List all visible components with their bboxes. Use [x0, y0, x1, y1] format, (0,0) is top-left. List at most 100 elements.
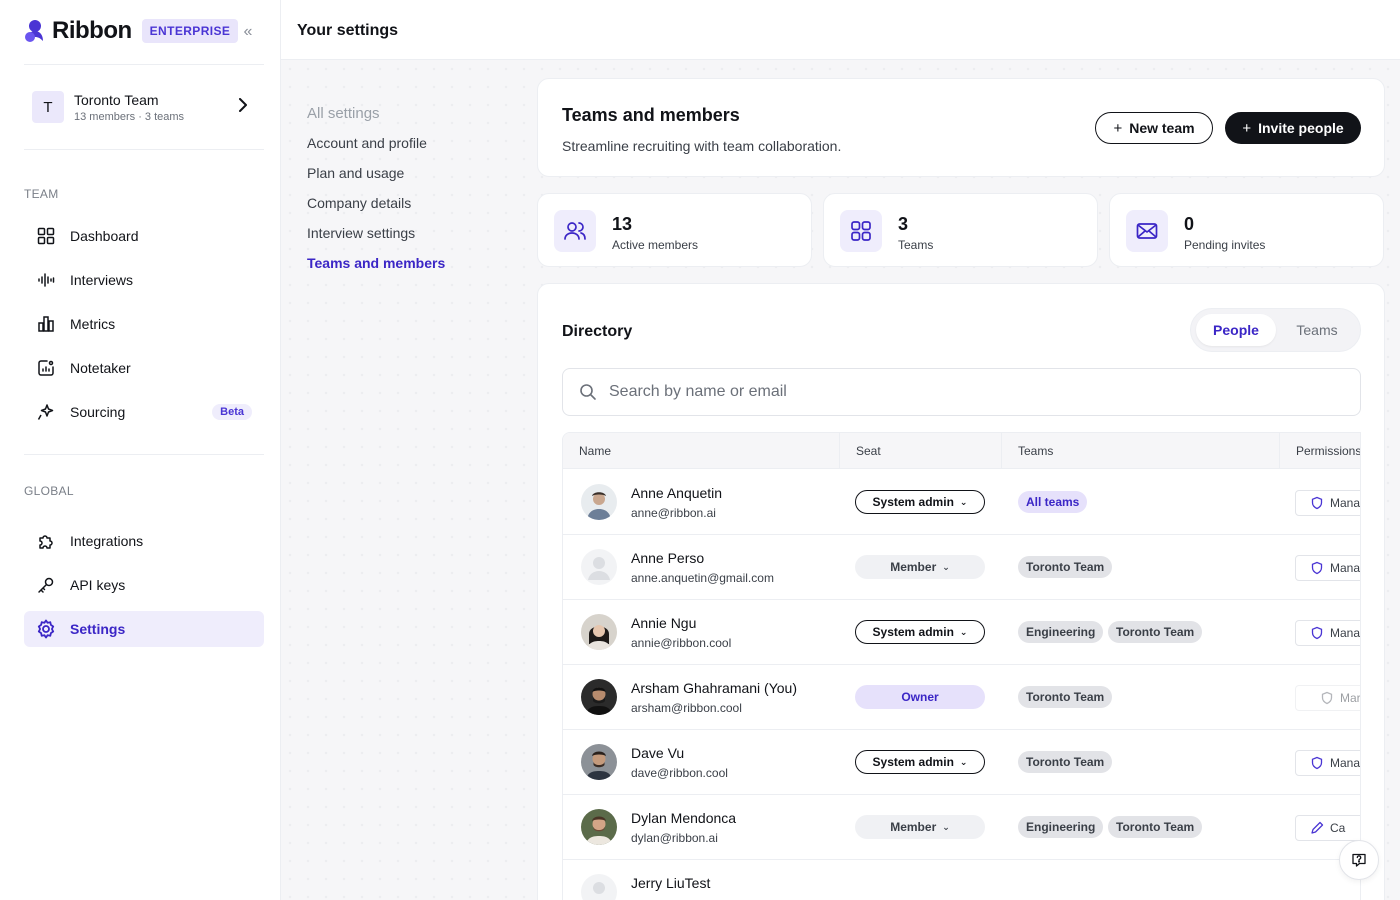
settings-link-plan[interactable]: Plan and usage: [307, 164, 517, 194]
sparkle-icon: [36, 402, 56, 422]
chevron-down-icon: ⌄: [959, 626, 968, 637]
grid-icon: [36, 226, 56, 246]
seat-label: Member: [890, 820, 937, 834]
stat-value: 0: [1184, 214, 1195, 234]
table-row[interactable]: Arsham Ghahramani (You) arsham@ribbon.co…: [563, 665, 1361, 730]
shield-icon: [1321, 691, 1333, 705]
new-team-button[interactable]: + New team: [1095, 112, 1213, 144]
sidebar-item-label: Settings: [70, 621, 126, 637]
seat-select[interactable]: System admin ⌄: [855, 750, 985, 774]
stat-value: 13: [612, 214, 633, 234]
column-header-teams[interactable]: Teams: [1002, 433, 1280, 469]
member-name: Dave Vu: [631, 745, 685, 761]
team-chip: Toronto Team: [1108, 621, 1203, 643]
tab-people[interactable]: People: [1196, 314, 1276, 346]
seat-label: System admin: [872, 625, 954, 639]
settings-link-account[interactable]: Account and profile: [307, 134, 517, 164]
member-email: anne.anquetin@gmail.com: [631, 571, 774, 585]
table-row[interactable]: Dylan Mendonca dylan@ribbon.ai Member ⌄ E…: [563, 795, 1360, 860]
settings-link-interview[interactable]: Interview settings: [307, 224, 517, 254]
directory-title: Directory: [562, 323, 633, 340]
seat-select[interactable]: System admin ⌄: [855, 490, 985, 514]
sidebar-item-dashboard[interactable]: Dashboard: [24, 218, 264, 254]
sidebar-item-label: Notetaker: [70, 360, 131, 376]
table-row[interactable]: Annie Ngu annie@ribbon.cool System admin…: [563, 600, 1361, 665]
settings-link-company[interactable]: Company details: [307, 194, 517, 224]
search-field[interactable]: [562, 368, 1361, 416]
search-input[interactable]: [609, 383, 1360, 401]
users-icon: [554, 210, 596, 252]
section-title: Teams and members: [562, 105, 740, 125]
sidebar-item-label: Interviews: [70, 272, 134, 288]
sidebar-item-integrations[interactable]: Integrations: [24, 523, 264, 559]
divider: [24, 454, 264, 455]
seat-select[interactable]: Member ⌄: [855, 555, 985, 579]
section-label-team: TEAM: [24, 187, 59, 201]
table-row[interactable]: Anne Anquetin anne@ribbon.ai System admi…: [563, 470, 1361, 535]
permissions-button[interactable]: Mana: [1295, 750, 1361, 776]
team-chip: All teams: [1018, 491, 1088, 513]
seat-badge: Owner: [855, 685, 985, 709]
member-email: dylan@ribbon.ai: [631, 831, 718, 845]
settings-link-teams[interactable]: Teams and members: [307, 254, 517, 284]
member-email: annie@ribbon.cool: [631, 636, 732, 650]
chevron-down-icon: ⌄: [942, 561, 950, 572]
avatar: [581, 744, 617, 780]
settings-nav-heading[interactable]: All settings: [307, 105, 517, 122]
permissions-button[interactable]: Mana: [1295, 555, 1361, 581]
sidebar-item-label: API keys: [70, 577, 126, 593]
seat-label: System admin: [872, 495, 954, 509]
mail-icon: [1126, 210, 1168, 252]
sidebar-item-api-keys[interactable]: API keys: [24, 567, 264, 603]
stat-card-teams: 3 Teams: [823, 193, 1098, 267]
sidebar-item-notetaker[interactable]: Notetaker: [24, 350, 264, 386]
permissions-label: Mana: [1330, 496, 1361, 510]
column-header-name[interactable]: Name: [563, 433, 840, 469]
sidebar-item-interviews[interactable]: Interviews: [24, 262, 264, 298]
chevron-down-icon: ⌄: [959, 756, 968, 767]
tab-teams[interactable]: Teams: [1279, 314, 1355, 346]
permissions-label: Mana: [1330, 756, 1361, 770]
member-email: arsham@ribbon.cool: [631, 701, 742, 715]
permissions-label: Mar: [1340, 691, 1361, 705]
member-email: dave@ribbon.cool: [631, 766, 728, 780]
top-bar: Your settings: [281, 0, 1400, 60]
sidebar-item-sourcing[interactable]: Sourcing Beta: [24, 394, 264, 430]
sidebar-item-settings[interactable]: Settings: [24, 611, 264, 647]
stat-value: 3: [898, 214, 909, 234]
brand[interactable]: Ribbon ENTERPRISE: [24, 17, 239, 45]
table-row[interactable]: Anne Perso anne.anquetin@gmail.com Membe…: [563, 535, 1361, 600]
plan-badge: ENTERPRISE: [141, 19, 239, 43]
avatar: [581, 874, 617, 900]
team-chip: Engineering: [1018, 621, 1104, 643]
member-email: anne@ribbon.ai: [631, 506, 716, 520]
column-header-permissions[interactable]: Permissions: [1280, 433, 1360, 469]
stat-card-invites: 0 Pending invites: [1109, 193, 1384, 267]
team-switcher[interactable]: T Toronto Team 13 members · 3 teams: [24, 80, 264, 134]
permissions-label: Mana: [1330, 561, 1361, 575]
team-chip: Toronto Team: [1018, 686, 1113, 708]
collapse-sidebar-icon[interactable]: «: [238, 22, 258, 42]
sidebar-item-label: Metrics: [70, 316, 116, 332]
team-meta: 13 members · 3 teams: [74, 110, 185, 123]
column-header-seat[interactable]: Seat: [840, 433, 1002, 469]
permissions-button[interactable]: Mana: [1295, 490, 1361, 516]
seat-select[interactable]: Member ⌄: [855, 815, 985, 839]
help-chat-icon[interactable]: [1339, 840, 1379, 880]
permissions-label: Mana: [1330, 626, 1361, 640]
avatar: [581, 484, 617, 520]
permissions-button[interactable]: Mana: [1295, 620, 1361, 646]
avatar: [581, 679, 617, 715]
chevron-down-icon: ⌄: [942, 821, 950, 832]
seat-select[interactable]: System admin ⌄: [855, 620, 985, 644]
member-name: Annie Ngu: [631, 615, 697, 631]
table-row[interactable]: Dave Vu dave@ribbon.cool System admin ⌄ T…: [563, 730, 1361, 795]
invite-people-button[interactable]: + Invite people: [1225, 112, 1361, 144]
permissions-button[interactable]: Ca: [1295, 815, 1360, 841]
new-team-label: New team: [1129, 120, 1195, 136]
table-row[interactable]: Jerry LiuTest: [563, 860, 1360, 900]
sidebar-item-metrics[interactable]: Metrics: [24, 306, 264, 342]
sidebar: Ribbon ENTERPRISE « T Toronto Team 13 me…: [0, 0, 281, 900]
member-name: Anne Perso: [631, 550, 705, 566]
plus-icon: +: [1113, 119, 1123, 137]
